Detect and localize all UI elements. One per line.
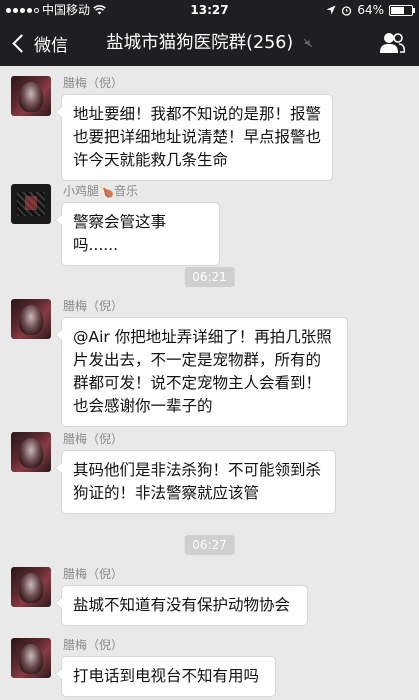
chat-area[interactable]: 腊梅（倪） 地址要细！我都不知说的是那！报警 也要把详细地址说清楚！早点报警也 … xyxy=(0,66,419,700)
sender-name: 小鸡腿🍗音乐 xyxy=(63,184,138,198)
message-line: 盐城不知道有没有保护动物协会 xyxy=(73,596,291,614)
message-line: 狗证的！非法警察就应该管 xyxy=(73,484,260,502)
battery-icon xyxy=(389,4,415,16)
location-arrow-icon xyxy=(326,5,336,15)
group-members-icon[interactable] xyxy=(379,32,405,54)
message-bubble[interactable]: 地址要细！我都不知说的是那！报警 也要把详细地址说清楚！早点报警也 许今天就能救… xyxy=(55,94,333,181)
message-bubble[interactable]: 打电话到电视台不知有用吗 xyxy=(55,656,276,697)
message-line: 地址要细！我都不知说的是那！报警 xyxy=(73,105,322,123)
message-line: @Air 你把地址弄详细了！再拍几张照 xyxy=(73,328,332,346)
status-right: 64% xyxy=(326,0,415,20)
avatar[interactable] xyxy=(11,432,51,472)
nav-bar: 微信 盐城市猫狗医院群(256) xyxy=(0,20,419,66)
sender-name: 腊梅（倪） xyxy=(63,432,124,446)
message-line: 片发出去，不一定是宠物群，所有的 xyxy=(73,351,322,369)
message-line: 许今天就能救几条生命 xyxy=(73,151,229,169)
sender-name: 腊梅（倪） xyxy=(63,299,124,313)
message-bubble[interactable]: 警察会管这事吗...... xyxy=(55,202,220,266)
avatar[interactable] xyxy=(11,567,51,607)
sender-name: 腊梅（倪） xyxy=(63,567,124,581)
sender-name: 腊梅（倪） xyxy=(63,638,124,652)
message-line: 群都可发！说不定宠物主人会看到！ xyxy=(73,374,322,392)
message-line: 警察会管这事吗...... xyxy=(73,213,167,254)
message-line: 也会感谢你一辈子的 xyxy=(73,397,213,415)
status-bar: 中国移动 13:27 64% xyxy=(0,0,419,20)
alarm-clock-icon xyxy=(342,5,352,16)
chat-title: 盐城市猫狗医院群(256) xyxy=(0,20,419,66)
message-bubble[interactable]: 盐城不知道有没有保护动物协会 xyxy=(55,585,308,626)
message-line: 也要把详细地址说清楚！早点报警也 xyxy=(73,128,322,146)
message-line: 打电话到电视台不知有用吗 xyxy=(73,667,260,685)
battery-percent: 64% xyxy=(357,3,384,17)
timestamp-pill: 06:21 xyxy=(184,267,235,287)
avatar[interactable] xyxy=(11,638,51,678)
chat-title-text: 盐城市猫狗医院群(256) xyxy=(106,33,294,53)
avatar[interactable] xyxy=(11,184,51,224)
message-bubble[interactable]: @Air 你把地址弄详细了！再拍几张照 片发出去，不一定是宠物群，所有的 群都可… xyxy=(55,317,348,427)
message-bubble[interactable]: 其码他们是非法杀狗！不可能领到杀 狗证的！非法警察就应该管 xyxy=(55,450,336,514)
sender-name: 腊梅（倪） xyxy=(63,76,124,90)
avatar[interactable] xyxy=(11,76,51,116)
message-line: 其码他们是非法杀狗！不可能领到杀 xyxy=(73,461,322,479)
mute-icon xyxy=(303,38,313,48)
timestamp-pill: 06:27 xyxy=(184,535,235,555)
avatar[interactable] xyxy=(11,299,51,339)
